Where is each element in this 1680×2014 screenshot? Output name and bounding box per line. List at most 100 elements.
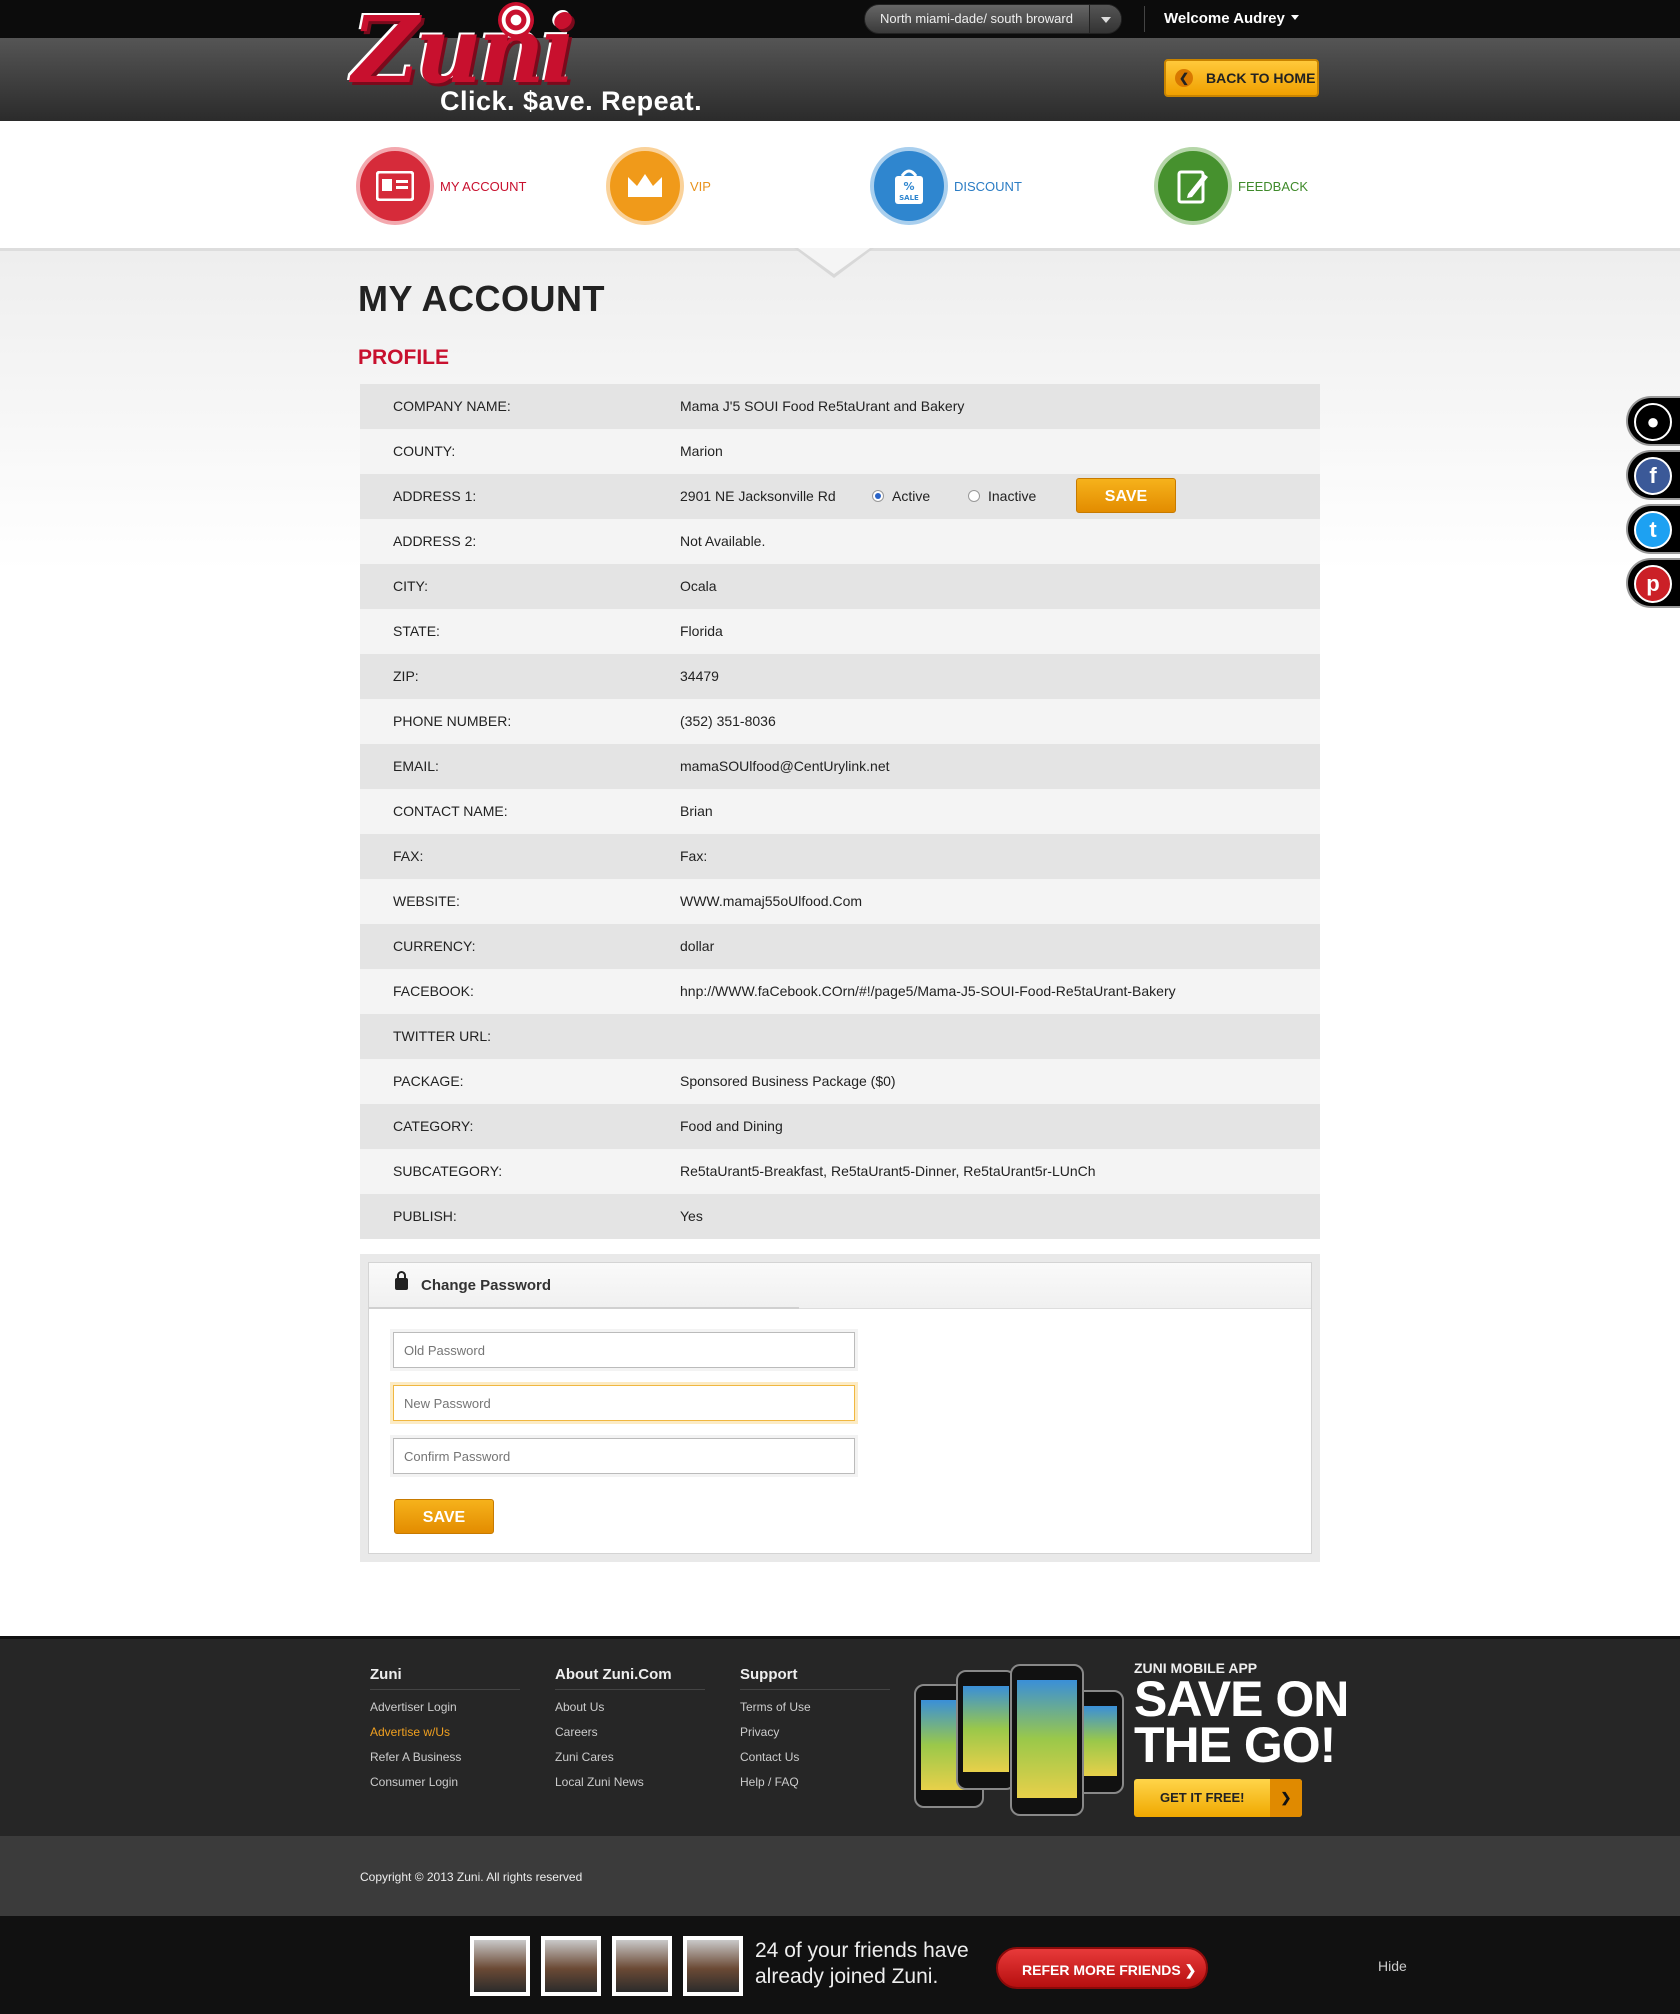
social-facebook[interactable]: f <box>1626 450 1680 500</box>
footer-link[interactable]: Terms of Use <box>740 1700 890 1715</box>
account-nav <box>0 121 1680 251</box>
header <box>0 38 1680 121</box>
chevron-left-icon: ❮ <box>1175 69 1193 87</box>
table-row: PUBLISH: Yes <box>360 1194 1320 1239</box>
region-select[interactable]: North miami-dade/ south broward <box>864 4 1122 34</box>
referral-text: 24 of your friends have already joined Zu… <box>755 1938 969 1990</box>
footer-link[interactable]: Consumer Login <box>370 1775 520 1790</box>
field-label: STATE: <box>393 623 440 639</box>
table-row: ADDRESS 2: Not Available. <box>360 519 1320 564</box>
field-value: Re5taUrant5-Breakfast, Re5taUrant5-Dinne… <box>680 1163 1096 1179</box>
field-value: Mama J'5 SOUI Food Re5taUrant and Bakery <box>680 398 965 414</box>
field-label: FAX: <box>393 848 424 864</box>
svg-text:SALE: SALE <box>899 194 919 202</box>
mobile-phones-image <box>914 1660 1124 1818</box>
field-label: COUNTY: <box>393 443 456 459</box>
get-app-label: GET IT FREE! <box>1160 1790 1245 1805</box>
table-row: CATEGORY: Food and Dining <box>360 1104 1320 1149</box>
refer-friends-label: REFER MORE FRIENDS <box>1022 1962 1181 1978</box>
social-friends[interactable]: ● <box>1626 396 1680 446</box>
copyright-bar <box>0 1836 1680 1916</box>
user-menu[interactable]: Welcome Audrey <box>1164 0 1299 38</box>
table-row: CONTACT NAME: Brian <box>360 789 1320 834</box>
field-value: Food and Dining <box>680 1118 783 1134</box>
footer-link[interactable]: Local Zuni News <box>555 1775 705 1790</box>
referral-line: already joined Zuni. <box>755 1965 939 1988</box>
field-label: TWITTER URL: <box>393 1028 491 1044</box>
footer-link[interactable]: Refer A Business <box>370 1750 520 1765</box>
table-row: SUBCATEGORY: Re5taUrant5-Breakfast, Re5ta… <box>360 1149 1320 1194</box>
footer-link[interactable]: Privacy <box>740 1725 890 1740</box>
nav-vip[interactable]: VIP <box>610 151 711 221</box>
field-label: PUBLISH: <box>393 1208 457 1224</box>
nav-my-account[interactable]: MY ACCOUNT <box>360 151 526 221</box>
radio-selected-icon <box>872 490 884 502</box>
hide-link[interactable]: Hide <box>1378 1958 1407 1974</box>
field-value: Sponsored Business Package ($0) <box>680 1073 896 1089</box>
table-row: PHONE NUMBER: (352) 351-8036 <box>360 699 1320 744</box>
field-value: mamaSOUlfood@CentUrylink.net <box>680 758 890 774</box>
logo-tagline: Click. $ave. Repeat. <box>440 86 703 116</box>
field-label: PHONE NUMBER: <box>393 713 512 729</box>
nav-feedback[interactable]: FEEDBACK <box>1158 151 1308 221</box>
active-radio[interactable]: Active <box>872 474 930 519</box>
twitter-icon: t <box>1634 511 1672 549</box>
chevron-down-icon[interactable] <box>1089 5 1121 33</box>
field-label: ADDRESS 1: <box>393 488 477 504</box>
get-app-button[interactable]: GET IT FREE! ❯ <box>1134 1779 1302 1817</box>
nav-discount[interactable]: % SALE DISCOUNT <box>874 151 1022 221</box>
svg-text:%: % <box>903 180 914 193</box>
section-title: PROFILE <box>358 346 450 369</box>
footer-link[interactable]: Zuni Cares <box>555 1750 705 1765</box>
field-value: Florida <box>680 623 723 639</box>
footer-link[interactable]: Advertiser Login <box>370 1700 520 1715</box>
field-value: Ocala <box>680 578 717 594</box>
field-value: hnp://WWW.faCebook.COrn/#!/page5/Mama-J5… <box>680 983 1176 999</box>
table-row: PACKAGE: Sponsored Business Package ($0) <box>360 1059 1320 1104</box>
field-label: EMAIL: <box>393 758 439 774</box>
table-row: CITY: Ocala <box>360 564 1320 609</box>
field-value: Brian <box>680 803 713 819</box>
inactive-radio[interactable]: Inactive <box>968 474 1036 519</box>
table-row: WEBSITE: WWW.mamaj55oUlfood.Com <box>360 879 1320 924</box>
footer-link[interactable]: Advertise w/Us <box>370 1725 520 1740</box>
old-password-field[interactable] <box>393 1332 855 1368</box>
phone-icon <box>956 1670 1016 1790</box>
confirm-password-field[interactable] <box>393 1438 855 1474</box>
footer-link[interactable]: Contact Us <box>740 1750 890 1765</box>
field-label: CURRENCY: <box>393 938 476 954</box>
field-label: SUBCATEGORY: <box>393 1163 503 1179</box>
field-label: ADDRESS 2: <box>393 533 477 549</box>
change-password-header: Change Password <box>369 1263 1311 1309</box>
footer-link[interactable]: About Us <box>555 1700 705 1715</box>
footer-column-support: Support Terms of Use Privacy Contact Us … <box>740 1666 890 1790</box>
crown-icon <box>610 151 680 221</box>
footer-link[interactable]: Careers <box>555 1725 705 1740</box>
nav-label: FEEDBACK <box>1238 178 1309 194</box>
back-to-home-button[interactable]: ❮ BACK TO HOME <box>1164 59 1319 97</box>
social-twitter[interactable]: t <box>1626 504 1680 554</box>
facebook-icon: f <box>1634 457 1672 495</box>
footer-link[interactable]: Help / FAQ <box>740 1775 890 1790</box>
profile-table: COMPANY NAME: Mama J'5 SOUI Food Re5taUra… <box>360 384 1320 1239</box>
save-password-button[interactable]: SAVE <box>394 1499 494 1534</box>
page-title: MY ACCOUNT <box>358 278 605 319</box>
new-password-field[interactable] <box>393 1385 855 1421</box>
inactive-label: Inactive <box>988 488 1037 504</box>
tab-underline <box>369 1307 799 1309</box>
table-row: ADDRESS 1: 2901 NE Jacksonville Rd Activ… <box>360 474 1320 519</box>
social-pinterest[interactable]: p <box>1626 558 1680 608</box>
field-label: ZIP: <box>393 668 419 684</box>
lock-icon <box>395 1271 408 1290</box>
active-tab-pointer-inner <box>798 248 870 274</box>
save-status-button[interactable]: SAVE <box>1076 478 1176 513</box>
table-row: FAX: Fax: <box>360 834 1320 879</box>
zuni-logo[interactable]: Zuni Click. $ave. Repeat. <box>348 0 728 121</box>
footer-heading: Zuni <box>370 1666 520 1690</box>
field-label: CONTACT NAME: <box>393 803 508 819</box>
refer-friends-button[interactable]: REFER MORE FRIENDS ❯ <box>996 1947 1208 1989</box>
friend-avatar <box>470 1936 530 1996</box>
radio-unselected-icon <box>968 490 980 502</box>
table-row: TWITTER URL: <box>360 1014 1320 1059</box>
field-value: Fax: <box>680 848 708 864</box>
